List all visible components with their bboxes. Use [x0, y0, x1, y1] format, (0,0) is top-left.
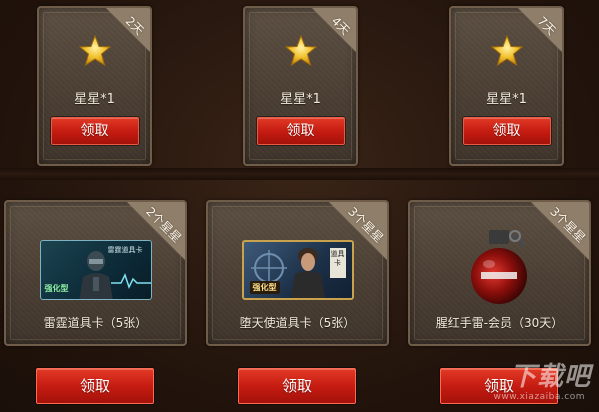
- reward-card-fallen-angel-item: 3个星星 道具卡 强化型 堕天使道具卡（5张）: [206, 200, 389, 346]
- claim-button[interactable]: 领取: [50, 117, 139, 145]
- reward-name: 星星*1: [486, 92, 527, 107]
- female-soldier-icon: [290, 248, 325, 298]
- star-icon: [490, 34, 523, 67]
- star-icon: [284, 34, 317, 67]
- site-watermark: 下载吧: [509, 362, 591, 392]
- reward-card-thunder-item: 2个星星 雷霆道具卡 强化型 雷霆道具卡（5张）: [4, 200, 187, 346]
- enhanced-badge: 强化型: [249, 281, 280, 294]
- claim-button[interactable]: 领取: [256, 117, 345, 145]
- thunder-item-card-image: 雷霆道具卡 强化型: [39, 240, 152, 300]
- reward-card-day-7: 7天 星星*1 领取: [449, 6, 564, 166]
- reward-name: 堕天使道具卡（5张）: [239, 316, 356, 330]
- fallen-angel-item-card-image: 道具卡 强化型: [241, 240, 354, 300]
- event-reward-panel: 2天 星星*1 领取 4天 星星*1 领取 7天 星星*1 领取 2个星星 雷霆…: [0, 0, 599, 412]
- section-divider: [0, 168, 599, 180]
- reward-name: 星星*1: [280, 92, 321, 107]
- claim-button[interactable]: 领取: [462, 117, 551, 145]
- pulse-line-icon: [110, 273, 151, 289]
- star-icon: [78, 34, 111, 67]
- reward-card-crimson-grenade: 3个星星 腥红手雷-会员（30天）: [408, 200, 591, 346]
- reward-card-day-2: 2天 星星*1 领取: [37, 6, 152, 166]
- grenade-icon: [470, 230, 527, 304]
- reward-name: 星星*1: [74, 92, 115, 107]
- reward-name: 雷霆道具卡（5张）: [43, 316, 148, 330]
- item-card-tag: 道具卡: [329, 248, 346, 278]
- enhanced-badge: 强化型: [44, 284, 69, 293]
- reward-name: 腥红手雷-会员（30天）: [435, 316, 564, 330]
- claim-button[interactable]: 领取: [238, 368, 356, 404]
- claim-button[interactable]: 领取: [36, 368, 154, 404]
- site-watermark-url: www.xiazaiba.com: [493, 392, 585, 402]
- reward-card-day-4: 4天 星星*1 领取: [243, 6, 358, 166]
